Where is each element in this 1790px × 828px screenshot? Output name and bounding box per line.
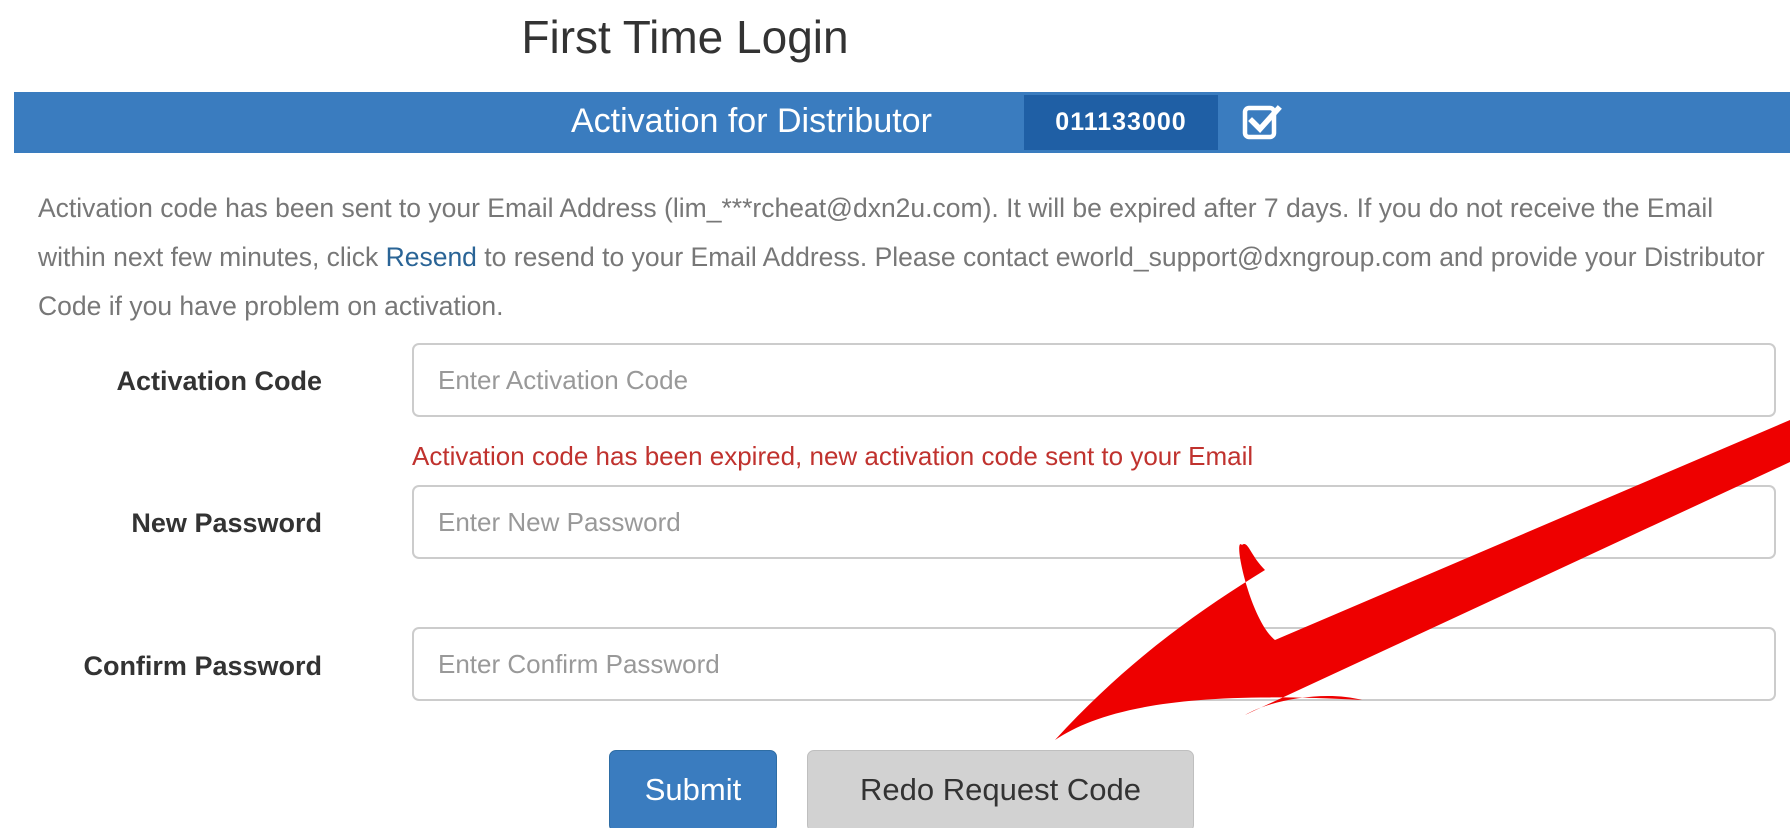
redo-request-code-button[interactable]: Redo Request Code xyxy=(807,750,1194,828)
distributor-code-badge: 011133000 xyxy=(1024,95,1218,150)
confirm-password-label: Confirm Password xyxy=(83,651,322,681)
new-password-input[interactable] xyxy=(412,485,1776,559)
first-time-login-page: First Time Login Activation for Distribu… xyxy=(0,0,1790,828)
activation-banner: Activation for Distributor 011133000 xyxy=(14,92,1790,153)
new-password-label: New Password xyxy=(131,508,322,538)
activation-code-error: Activation code has been expired, new ac… xyxy=(412,441,1254,471)
check-square-icon xyxy=(1242,105,1282,140)
submit-button[interactable]: Submit xyxy=(609,750,777,828)
banner-label: Activation for Distributor xyxy=(571,102,932,140)
activation-info-text: Activation code has been sent to your Em… xyxy=(38,184,1778,331)
page-title: First Time Login xyxy=(521,11,849,63)
resend-link[interactable]: Resend xyxy=(386,242,477,272)
confirm-password-input[interactable] xyxy=(412,627,1776,701)
activation-code-label: Activation Code xyxy=(116,366,322,396)
activation-code-input[interactable] xyxy=(412,343,1776,417)
